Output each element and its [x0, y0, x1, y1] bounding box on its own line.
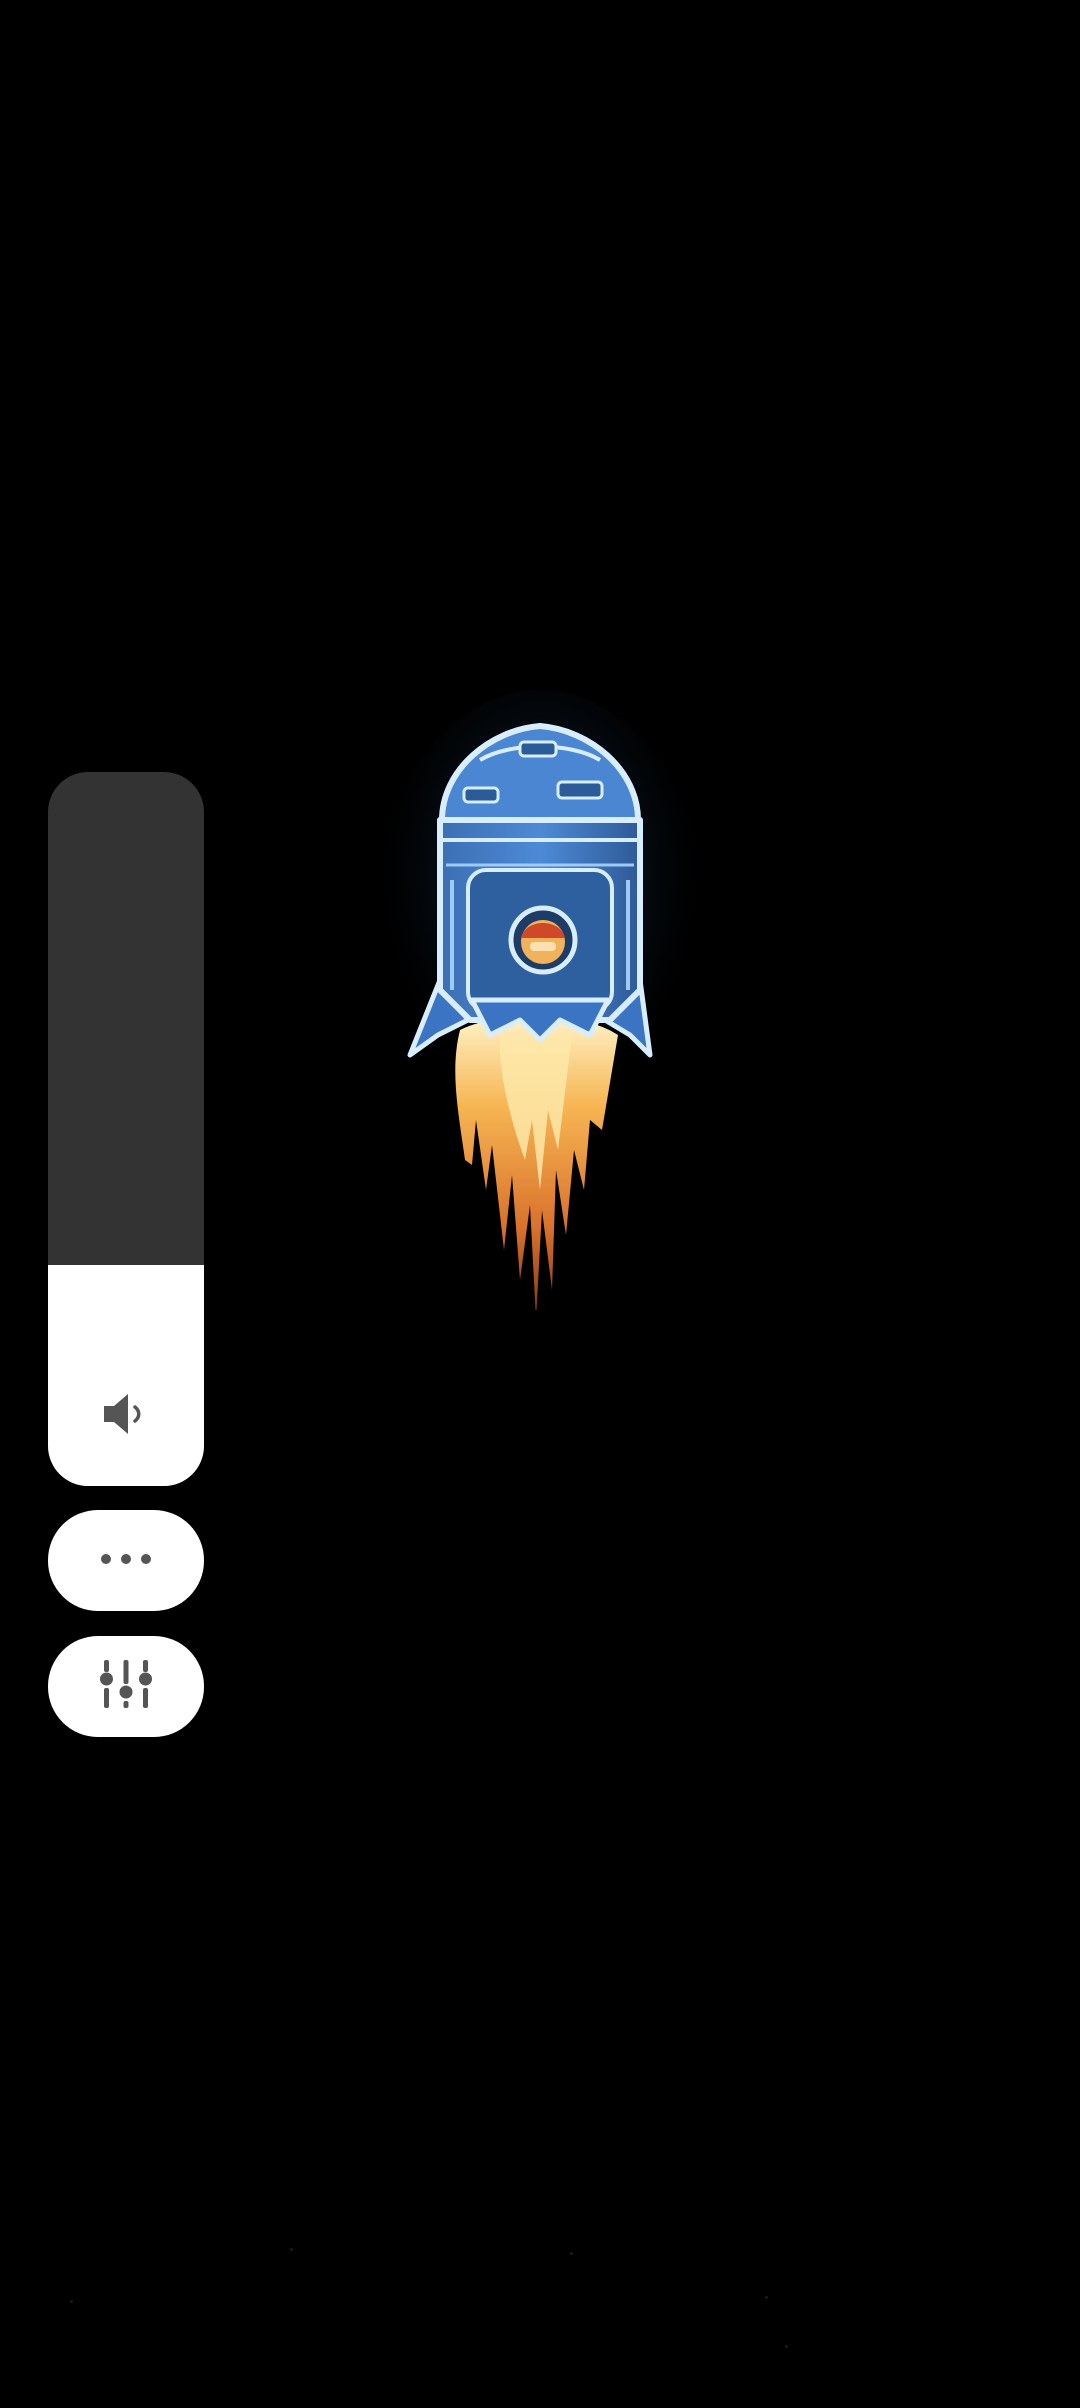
star-dot: [570, 2252, 573, 2255]
equalizer-sliders-icon: [96, 1656, 156, 1717]
volume-slider[interactable]: [48, 772, 204, 1486]
volume-level-fill: [48, 1264, 204, 1486]
sound-settings-button[interactable]: [48, 1636, 204, 1737]
star-dot: [785, 2345, 788, 2348]
star-dot: [765, 2296, 768, 2299]
more-horizontal-icon: [100, 1552, 152, 1570]
rocket-illustration: [380, 690, 700, 1310]
star-dot: [70, 2300, 73, 2303]
star-dot: [290, 2248, 293, 2251]
speaker-icon[interactable]: [48, 1386, 204, 1442]
screen: [0, 0, 1080, 2408]
more-options-button[interactable]: [48, 1510, 204, 1611]
